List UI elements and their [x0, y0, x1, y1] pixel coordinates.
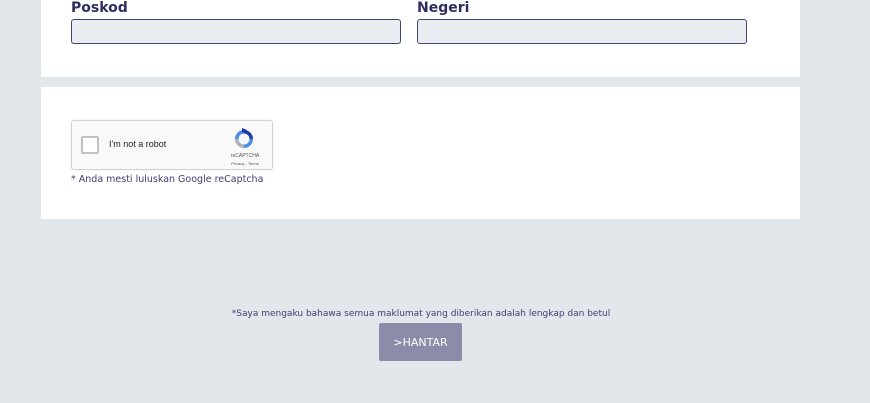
- recaptcha-privacy-terms-link[interactable]: Privacy - Terms: [221, 161, 269, 166]
- state-field-group: Negeri: [417, 0, 747, 44]
- recaptcha-widget: I'm not a robot reCAPTCHA Privacy - Term…: [71, 120, 273, 170]
- recaptcha-note: * Anda mesti luluskan Google reCaptcha: [71, 174, 264, 185]
- recaptcha-brand: reCAPTCHA: [230, 153, 260, 159]
- recaptcha-label: I'm not a robot: [109, 139, 167, 149]
- recaptcha-checkbox[interactable]: [81, 136, 99, 154]
- state-input[interactable]: [417, 19, 747, 44]
- captcha-card: I'm not a robot reCAPTCHA Privacy - Term…: [41, 87, 800, 219]
- state-label: Negeri: [417, 0, 470, 16]
- declaration-text: *Saya mengaku bahawa semua maklumat yang…: [231, 309, 611, 319]
- postcode-input[interactable]: [71, 19, 401, 44]
- postcode-label: Poskod: [71, 0, 128, 16]
- submit-button[interactable]: >HANTAR: [379, 323, 462, 361]
- postcode-field-group: Poskod: [71, 0, 401, 44]
- recaptcha-logo-icon: [235, 128, 253, 148]
- address-card: Poskod Negeri: [41, 0, 800, 77]
